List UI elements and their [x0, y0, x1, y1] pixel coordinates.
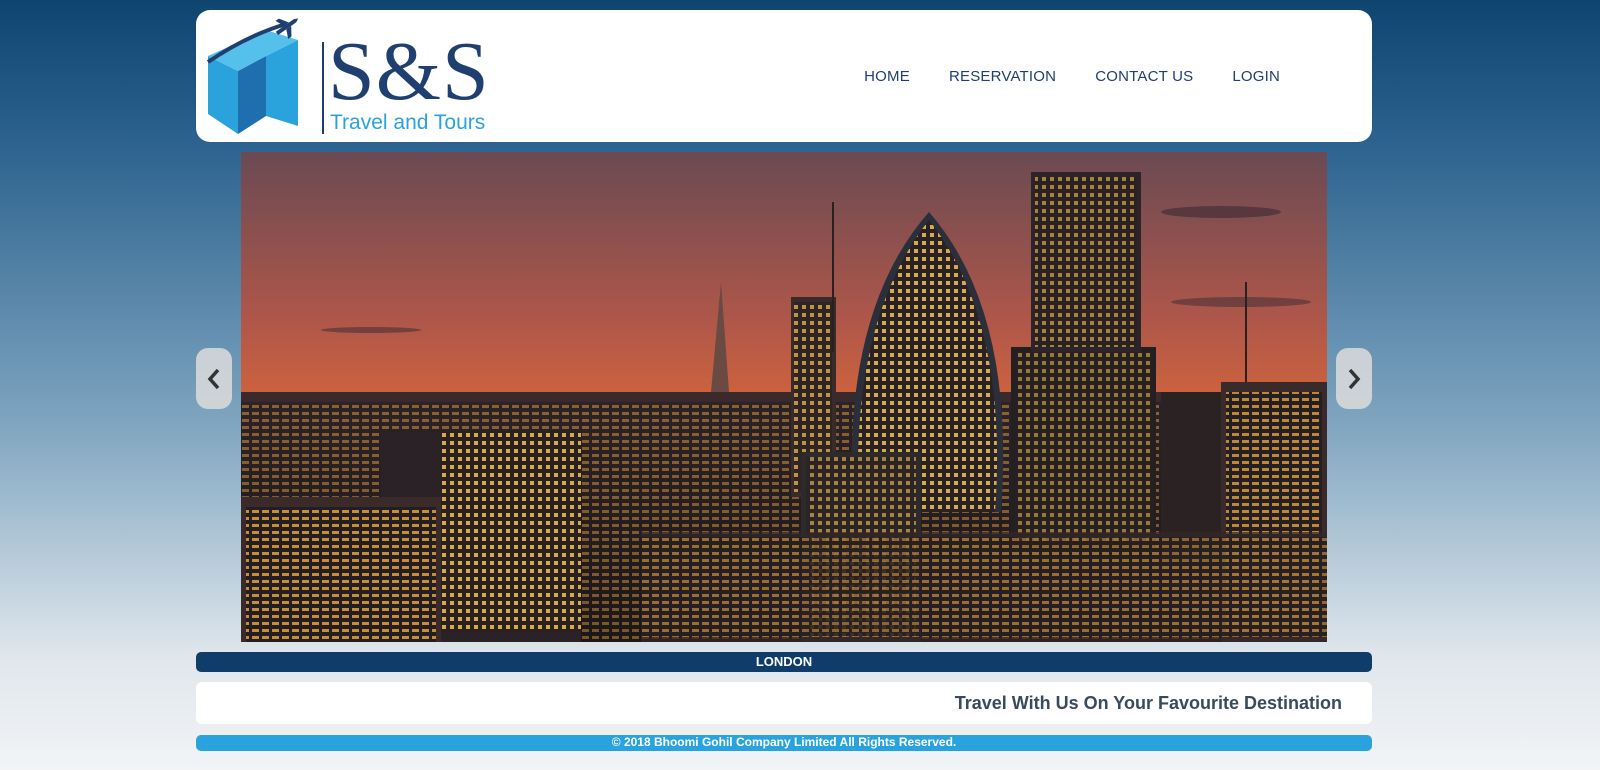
nav-login[interactable]: LOGIN — [1232, 68, 1280, 85]
slider-next-button[interactable] — [1336, 348, 1372, 409]
nav-home[interactable]: HOME — [864, 68, 910, 85]
site-header: S&S Travel and Tours HOME RESERVATION CO… — [196, 10, 1372, 142]
airplane-arrow-logo-icon — [206, 18, 299, 134]
site-footer: © 2018 Bhoomi Gohil Company Limited All … — [196, 735, 1372, 751]
chevron-right-icon — [1348, 368, 1361, 389]
logo-subtitle: Travel and Tours — [330, 111, 486, 134]
tagline-panel: Travel With Us On Your Favourite Destina… — [196, 682, 1372, 724]
nav-reservation[interactable]: RESERVATION — [949, 68, 1056, 85]
main-navigation: HOME RESERVATION CONTACT US LOGIN — [864, 68, 1280, 85]
nav-contact-us[interactable]: CONTACT US — [1095, 68, 1193, 85]
site-logo[interactable]: S&S Travel and Tours — [206, 16, 506, 136]
hero-slide-image — [241, 152, 1327, 642]
logo-divider — [322, 42, 324, 134]
chevron-left-icon — [207, 368, 220, 389]
london-skyline-image — [241, 152, 1327, 642]
slider-prev-button[interactable] — [196, 348, 232, 409]
logo-wordmark: S&S — [328, 25, 490, 118]
slide-caption: LONDON — [196, 652, 1372, 672]
tagline-text: Travel With Us On Your Favourite Destina… — [954, 693, 1342, 713]
